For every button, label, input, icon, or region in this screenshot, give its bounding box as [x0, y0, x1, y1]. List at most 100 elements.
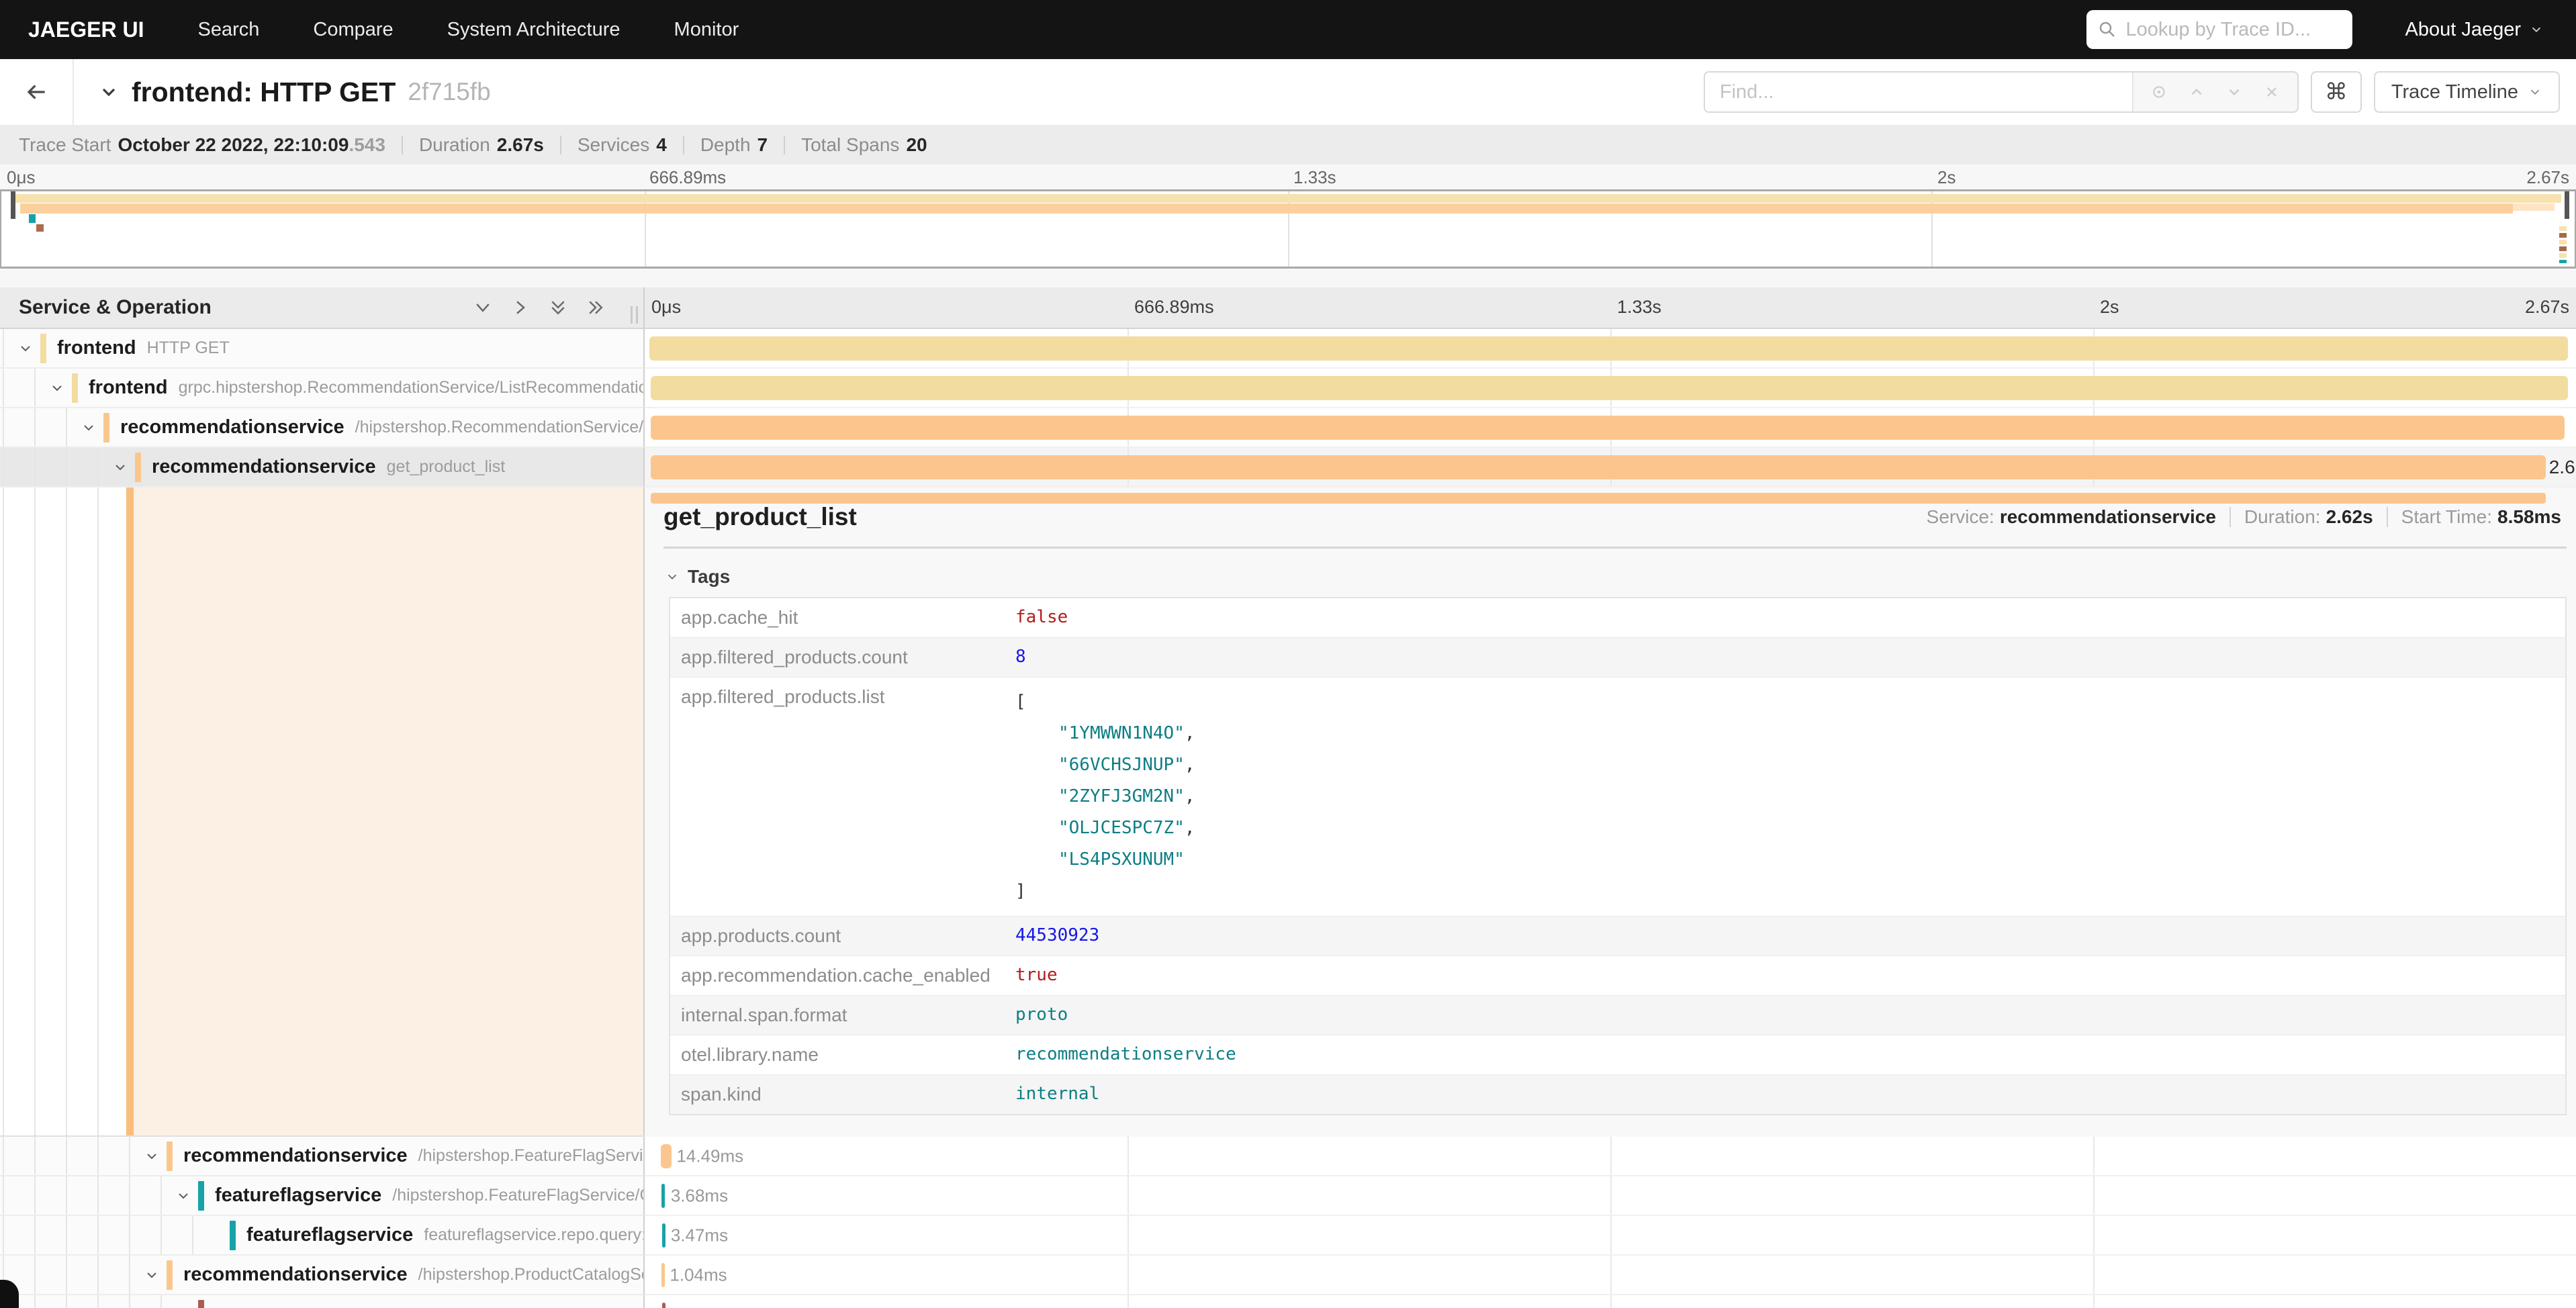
detail-service-label: Service:	[1927, 506, 1994, 528]
span-bar[interactable]	[661, 1144, 672, 1168]
span-row-featureflag-parent[interactable]: recommendationservice /hipstershop.Featu…	[0, 1137, 2576, 1176]
tick-label: 0μs	[651, 297, 681, 318]
top-nav: JAEGER UI Search Compare System Architec…	[0, 0, 2576, 59]
minimap-span-tick	[2559, 233, 2567, 238]
span-row-frontend-http-get[interactable]: frontend HTTP GET	[0, 329, 2576, 369]
span-row-featureflag-repo-query[interactable]: featureflagservice featureflagservice.re…	[0, 1216, 2576, 1256]
minimap-tick-labels: 0μs 666.89ms 1.33s 2s 2.67s	[0, 165, 2576, 189]
chevron-down-icon[interactable]	[144, 1148, 160, 1164]
total-spans-value: 20	[906, 134, 927, 156]
command-icon: ⌘	[2325, 79, 2348, 105]
focus-match-icon[interactable]	[2140, 83, 2178, 101]
expand-all-icon[interactable]	[586, 297, 606, 318]
nav-item-monitor[interactable]: Monitor	[674, 19, 739, 41]
chevron-down-icon[interactable]	[112, 459, 128, 475]
minimap-span-band	[13, 194, 2561, 203]
trace-minimap-canvas[interactable]	[0, 189, 2576, 269]
chevron-down-icon	[98, 81, 120, 103]
trace-id-lookup-input[interactable]: Lookup by Trace ID...	[2086, 10, 2352, 49]
span-color-accent	[198, 1300, 204, 1308]
indent-guides	[0, 487, 132, 1135]
services-value: 4	[656, 134, 667, 156]
span-operation: grpc.hipstershop.RecommendationService/L…	[179, 378, 645, 398]
indent-guides	[0, 1295, 163, 1308]
span-color-accent	[72, 373, 78, 403]
collapse-one-icon[interactable]	[473, 297, 493, 318]
span-row-featureflag-get[interactable]: featureflagservice /hipstershop.FeatureF…	[0, 1176, 2576, 1216]
tag-row: span.kind internal	[670, 1075, 2565, 1114]
span-bar[interactable]	[661, 1184, 665, 1208]
detail-service-value: recommendationservice	[2000, 506, 2216, 528]
tag-key: app.filtered_products.list	[670, 678, 1005, 916]
find-input[interactable]: Find...	[1705, 73, 2132, 111]
span-row-recommendation-list[interactable]: recommendationservice /hipstershop.Recom…	[0, 408, 2576, 448]
timeline-tick-labels: 0μs 666.89ms 1.33s 2s 2.67s	[645, 287, 2576, 328]
span-row-partial[interactable]	[0, 1295, 2576, 1308]
selected-span-highlight	[134, 487, 643, 1135]
span-rows: frontend HTTP GET frontend grpc.hipsters…	[0, 329, 2576, 1308]
tag-key: internal.span.format	[670, 996, 1005, 1035]
span-service: recommendationservice	[183, 1145, 408, 1167]
clear-find-icon[interactable]	[2253, 84, 2291, 100]
detail-duration-label: Duration:	[2244, 506, 2321, 528]
tick-label: 2.67s	[2525, 297, 2569, 318]
chevron-down-icon[interactable]	[49, 380, 65, 396]
trace-start-fraction: .543	[349, 134, 385, 156]
span-duration-label: 3.47ms	[671, 1225, 728, 1246]
span-row-frontend-grpc[interactable]: frontend grpc.hipstershop.Recommendation…	[0, 369, 2576, 408]
span-bar[interactable]	[662, 1303, 665, 1308]
back-button[interactable]	[0, 59, 74, 125]
detail-operation-title: get_product_list	[663, 503, 857, 531]
span-color-accent	[135, 453, 141, 482]
nav-item-compare[interactable]: Compare	[313, 19, 393, 41]
span-bar[interactable]	[651, 455, 2545, 479]
tag-key: otel.library.name	[670, 1035, 1005, 1074]
span-row-get-product-list[interactable]: recommendationservice get_product_list 2…	[0, 448, 2576, 487]
chevron-down-icon[interactable]	[81, 420, 97, 436]
span-service: recommendationservice	[183, 1264, 408, 1286]
span-service: frontend	[89, 377, 168, 399]
span-color-accent	[167, 1141, 173, 1171]
trace-view-selector[interactable]: Trace Timeline	[2374, 71, 2560, 113]
span-color-accent	[230, 1221, 236, 1250]
chevron-down-icon[interactable]	[175, 1188, 191, 1204]
tag-row: app.filtered_products.list [ 1YMWWN1N4O,…	[670, 678, 2565, 917]
span-service: recommendationservice	[120, 416, 344, 438]
about-jaeger-menu[interactable]: About Jaeger	[2405, 19, 2544, 41]
span-bar[interactable]	[651, 376, 2569, 400]
minimap-right-scrubber[interactable]	[2565, 191, 2569, 219]
trace-start-label: Trace Start	[19, 134, 111, 156]
app-logo[interactable]: JAEGER UI	[28, 17, 144, 42]
span-duration-label: 2.62s	[2549, 457, 2576, 478]
tag-value: internal	[1005, 1075, 2565, 1114]
span-detail-left-gutter	[0, 487, 645, 1135]
span-color-accent	[167, 1260, 173, 1290]
collapse-all-icon[interactable]	[548, 297, 568, 318]
tick-label: 1.33s	[1293, 167, 1336, 188]
nav-item-search[interactable]: Search	[197, 19, 259, 41]
chevron-down-icon[interactable]	[17, 340, 34, 357]
keyboard-shortcuts-button[interactable]: ⌘	[2311, 71, 2362, 113]
tick-label: 666.89ms	[1134, 297, 1214, 318]
span-bar[interactable]	[649, 336, 2568, 361]
span-row-productcatalog[interactable]: recommendationservice /hipstershop.Produ…	[0, 1256, 2576, 1295]
tick-label: 2.67s	[2526, 167, 2569, 188]
nav-item-system-architecture[interactable]: System Architecture	[447, 19, 620, 41]
detail-span-bar[interactable]	[651, 493, 2545, 504]
minimap-left-scrubber[interactable]	[11, 191, 15, 219]
trace-title-collapse-toggle[interactable]	[98, 81, 120, 103]
span-operation: /hipstershop.ProductCatalogSer...	[418, 1265, 645, 1284]
next-match-icon[interactable]	[2215, 83, 2253, 101]
span-bar[interactable]	[661, 1263, 665, 1287]
chevron-down-icon[interactable]	[144, 1267, 160, 1283]
column-resizer-grip[interactable]	[631, 306, 638, 324]
minimap-span-tick	[2559, 260, 2567, 263]
expand-one-icon[interactable]	[510, 297, 531, 318]
tag-value: proto	[1005, 996, 2565, 1035]
span-bar[interactable]	[651, 416, 2565, 440]
tags-section-toggle[interactable]: Tags	[665, 566, 2567, 588]
span-bar[interactable]	[662, 1223, 665, 1248]
total-spans-label: Total Spans	[801, 134, 899, 156]
prev-match-icon[interactable]	[2178, 83, 2215, 101]
minimap-span-tick	[2559, 246, 2567, 251]
